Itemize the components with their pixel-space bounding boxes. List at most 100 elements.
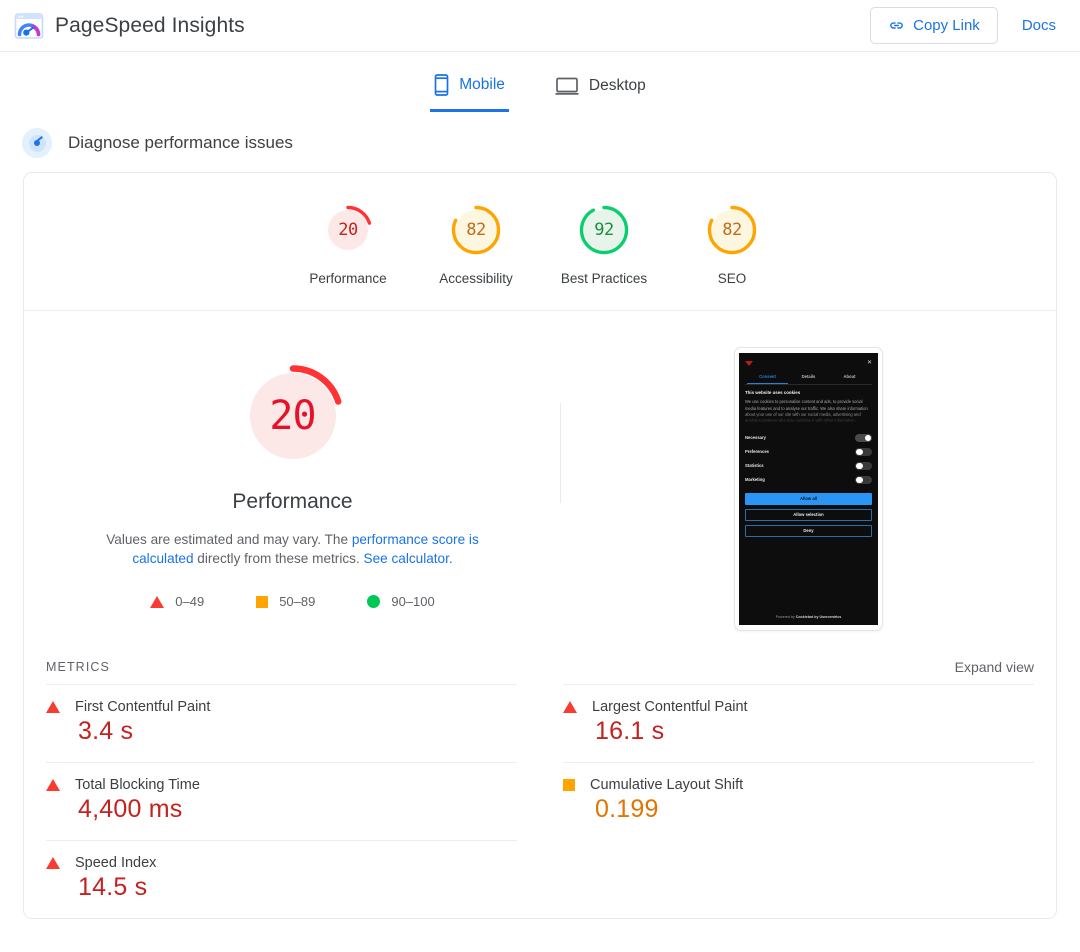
metric-total-blocking-time[interactable]: Total Blocking Time 4,400 ms — [46, 762, 517, 840]
cookie-tab-details: Details — [801, 374, 816, 379]
tab-desktop[interactable]: Desktop — [551, 70, 650, 112]
page-screenshot-panel: ✕ Consent Details About This website use… — [561, 347, 1056, 631]
category-best-practices[interactable]: 92 Best Practices — [540, 203, 668, 286]
footer-brand: Cookiebot by Usercentrics — [795, 614, 842, 619]
report-card: 20 Performance 82 Accessibility 92 Best … — [23, 172, 1057, 919]
square-orange-icon — [256, 595, 269, 608]
allow-selection-button: Allow selection — [745, 509, 872, 522]
seo-score: 82 — [722, 220, 742, 240]
metric-label: Cumulative Layout Shift — [590, 777, 744, 793]
diagnose-section-header: Diagnose performance issues — [0, 112, 1080, 172]
footer-prefix: Powered by — [775, 614, 796, 619]
see-calculator-link[interactable]: See calculator. — [364, 551, 453, 566]
toggle-label: Preferences — [745, 448, 769, 454]
cookie-tab-consent: Consent — [747, 374, 788, 385]
toggle-switch-off — [855, 461, 872, 471]
triangle-red-icon — [563, 701, 577, 713]
performance-big-gauge: 20 — [238, 361, 348, 471]
score-legend: 0–49 50–89 90–100 — [150, 594, 435, 609]
brand: PageSpeed Insights — [14, 11, 245, 41]
legend-range-fail: 0–49 — [175, 594, 205, 609]
copy-link-label: Copy Link — [913, 17, 980, 34]
allow-all-button: Allow all — [745, 493, 872, 506]
triangle-red-icon — [150, 595, 165, 608]
metric-label: Total Blocking Time — [75, 777, 200, 793]
cookie-toggle-marketing: Marketing — [745, 473, 872, 487]
diagnose-title: Diagnose performance issues — [68, 133, 293, 152]
performance-score: 20 — [338, 220, 358, 240]
cookie-dialog-heading: This website uses cookies — [745, 390, 801, 396]
tab-mobile[interactable]: Mobile — [430, 68, 509, 112]
accessibility-score: 82 — [466, 220, 486, 240]
tab-desktop-label: Desktop — [588, 77, 646, 94]
desc-text-2: directly from these metrics. — [193, 551, 364, 566]
metric-value: 14.5 s — [78, 873, 148, 901]
docs-link[interactable]: Docs — [1016, 13, 1062, 38]
page-screenshot-frame[interactable]: ✕ Consent Details About This website use… — [734, 347, 883, 631]
metric-value: 0.199 — [595, 795, 659, 823]
square-orange-icon — [563, 779, 575, 791]
accessibility-label: Accessibility — [439, 271, 513, 286]
category-performance[interactable]: 20 Performance — [284, 203, 412, 286]
page-screenshot: ✕ Consent Details About This website use… — [739, 353, 878, 625]
form-factor-tabs: Mobile Desktop — [0, 52, 1080, 112]
metric-label: Speed Index — [75, 855, 157, 871]
metric-value: 4,400 ms — [78, 795, 183, 823]
performance-description: Values are estimated and may vary. The p… — [78, 530, 508, 568]
mobile-phone-icon — [434, 74, 449, 96]
cookie-tab-about: About — [843, 374, 856, 379]
performance-gauge: 20 — [321, 203, 375, 257]
metric-label: First Contentful Paint — [75, 699, 211, 715]
tab-mobile-label: Mobile — [459, 76, 505, 93]
metric-cumulative-layout-shift[interactable]: Cumulative Layout Shift 0.199 — [563, 762, 1034, 840]
performance-label: Performance — [309, 271, 387, 286]
performance-hero: 20 Performance Values are estimated and … — [24, 311, 1056, 649]
legend-range-pass: 90–100 — [391, 594, 435, 609]
metric-label: Largest Contentful Paint — [592, 699, 748, 715]
metrics-section-title: METRICS — [46, 660, 110, 674]
cookie-toggle-list: Necessary Preferences Statistics Marketi… — [745, 431, 872, 487]
category-accessibility[interactable]: 82 Accessibility — [412, 203, 540, 286]
seo-gauge: 82 — [705, 203, 759, 257]
pagespeed-logo-icon — [14, 11, 44, 41]
hero-score-panel: 20 Performance Values are estimated and … — [24, 347, 561, 609]
link-icon — [888, 17, 905, 34]
performance-big-label: Performance — [232, 490, 353, 513]
app-header: PageSpeed Insights Copy Link Docs — [0, 0, 1080, 52]
metric-value: 16.1 s — [595, 717, 665, 745]
toggle-label: Necessary — [745, 434, 766, 440]
expand-view-button[interactable]: Expand view — [955, 659, 1034, 675]
legend-item-average: 50–89 — [256, 594, 315, 609]
metric-largest-contentful-paint[interactable]: Largest Contentful Paint 16.1 s — [563, 684, 1034, 762]
best-practices-score: 92 — [594, 220, 614, 240]
header-actions: Copy Link Docs — [870, 7, 1062, 44]
site-logo-icon — [745, 360, 753, 366]
cookie-dialog-footer: Powered by Cookiebot by Usercentrics — [745, 615, 872, 621]
cookie-dialog-body: We use cookies to personalise content an… — [745, 399, 868, 423]
triangle-red-icon — [46, 701, 60, 713]
performance-big-score: 20 — [269, 393, 316, 439]
cookie-dialog-top: ✕ — [745, 358, 872, 368]
toggle-label: Statistics — [745, 462, 764, 468]
metrics-header: METRICS Expand view — [24, 649, 1056, 684]
triangle-red-icon — [46, 857, 60, 869]
speedometer-icon — [22, 128, 52, 158]
category-seo[interactable]: 82 SEO — [668, 203, 796, 286]
divider — [745, 384, 872, 386]
copy-link-button[interactable]: Copy Link — [870, 7, 998, 44]
triangle-red-icon — [46, 779, 60, 791]
cookie-dialog-buttons: Allow all Allow selection Deny — [745, 493, 872, 541]
category-scores: 20 Performance 82 Accessibility 92 Best … — [24, 173, 1056, 311]
metric-value: 3.4 s — [78, 717, 134, 745]
legend-item-fail: 0–49 — [150, 594, 204, 609]
accessibility-gauge: 82 — [449, 203, 503, 257]
legend-item-pass: 90–100 — [367, 594, 435, 609]
circle-green-icon — [367, 595, 381, 608]
close-icon: ✕ — [866, 360, 872, 366]
best-practices-label: Best Practices — [560, 271, 648, 286]
page-title: PageSpeed Insights — [55, 13, 245, 37]
metric-speed-index[interactable]: Speed Index 14.5 s — [46, 840, 517, 918]
toggle-switch-off — [855, 475, 872, 485]
seo-label: SEO — [717, 271, 747, 286]
metric-first-contentful-paint[interactable]: First Contentful Paint 3.4 s — [46, 684, 517, 762]
